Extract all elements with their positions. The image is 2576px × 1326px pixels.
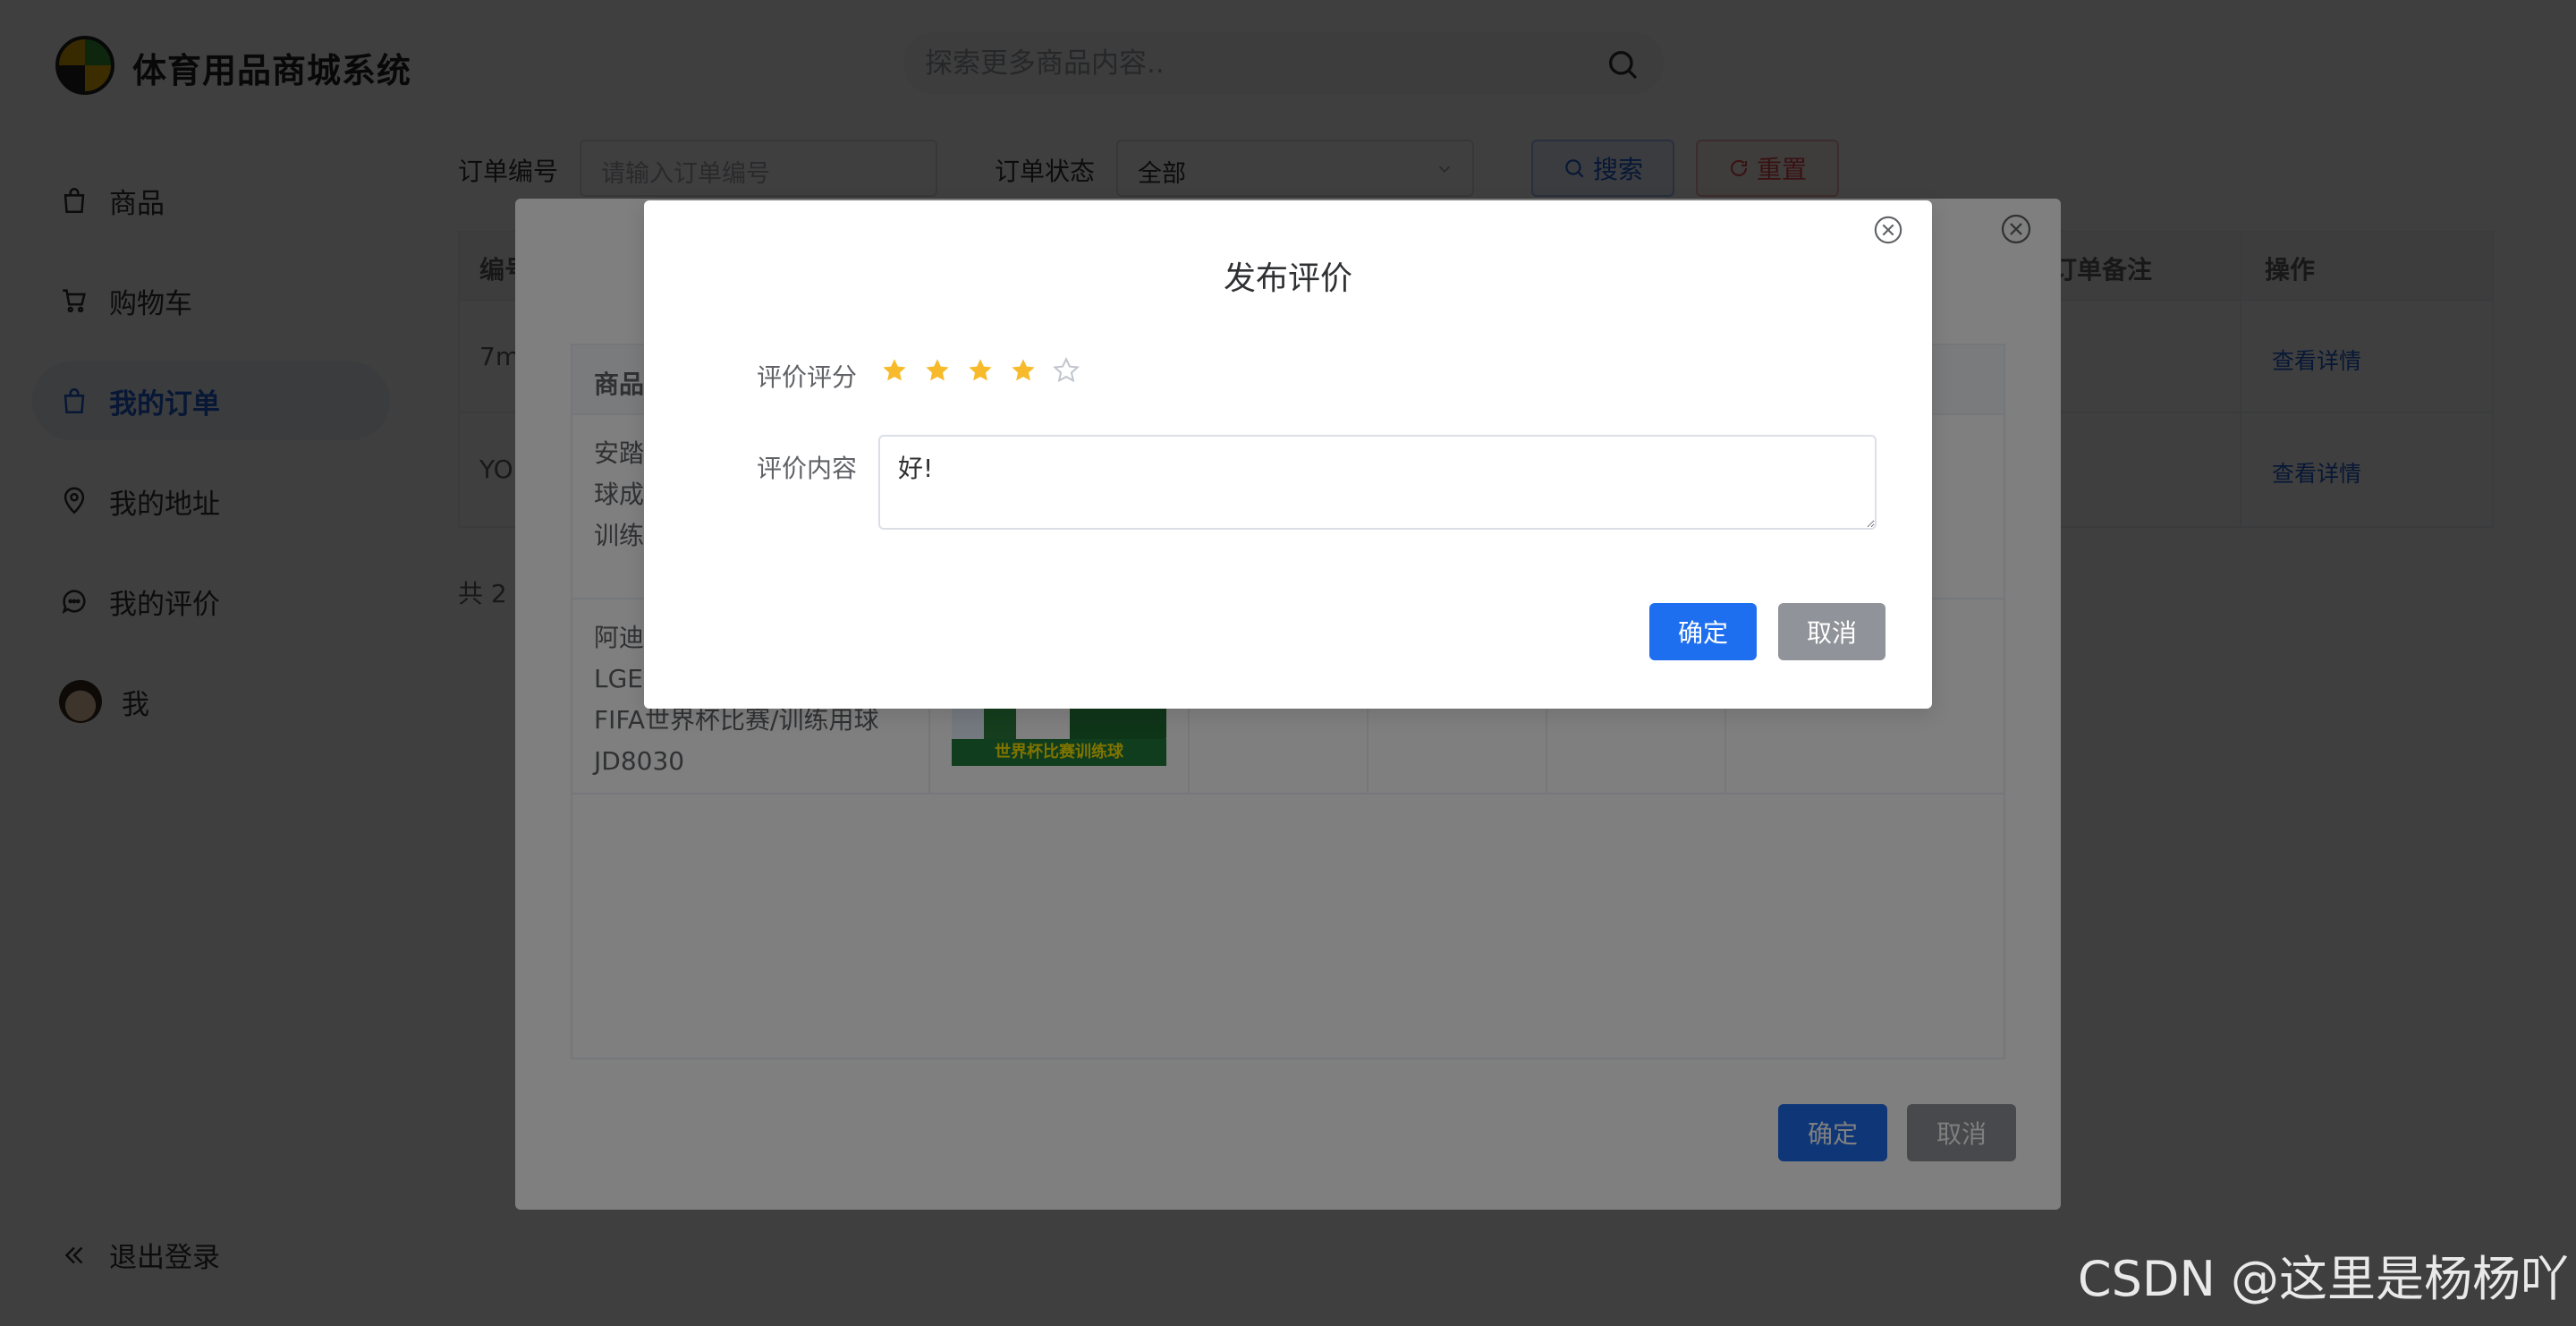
rating-label: 评价评分 [757, 362, 858, 392]
star-icon[interactable] [880, 356, 909, 385]
review-content-textarea[interactable]: 好! [878, 435, 1877, 530]
content-label: 评价内容 [757, 454, 858, 483]
star-icon[interactable] [1009, 356, 1038, 385]
close-icon[interactable] [1873, 215, 1903, 245]
star-icon[interactable] [923, 356, 952, 385]
dialog-title: 发布评价 [1223, 260, 1352, 297]
confirm-button[interactable]: 确定 [1649, 603, 1757, 660]
star-icon[interactable] [1052, 356, 1080, 385]
page: 体育用品商城系统 商品 购物车 我的订单 我的地址 我的评价 [0, 0, 2576, 1326]
rating-stars[interactable] [880, 356, 1080, 385]
cancel-button[interactable]: 取消 [1778, 603, 1885, 660]
review-dialog: 发布评价 评价评分 评价内容 好! 确定 取消 [644, 200, 1932, 709]
watermark: CSDN @这里是杨杨吖 [2077, 1251, 2569, 1307]
star-icon[interactable] [966, 356, 995, 385]
